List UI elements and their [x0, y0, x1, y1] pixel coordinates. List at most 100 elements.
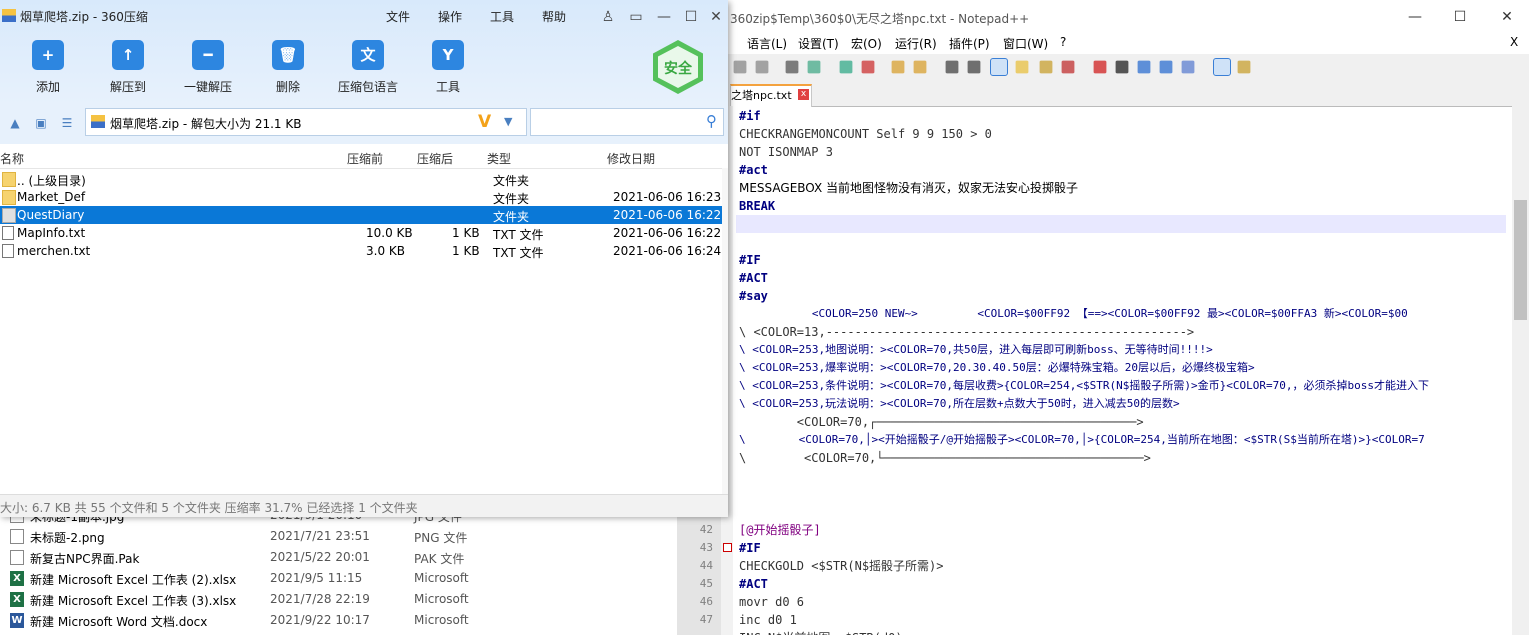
- list-item[interactable]: X 新建 Microsoft Excel 工作表 (2).xlsx 2021/9/5…: [0, 568, 470, 589]
- function-list-icon[interactable]: [1061, 60, 1075, 74]
- maximize-button[interactable]: ☐: [680, 8, 702, 26]
- doc-icon[interactable]: [1237, 60, 1251, 74]
- toolbar-button[interactable]: Y 工具: [408, 40, 488, 100]
- table-row[interactable]: merchen.txt 3.0 KB 1 KB TXT 文件 2021-06-06 16…: [0, 242, 722, 260]
- menu-help[interactable]: 帮助: [542, 8, 566, 25]
- file-type: Microsoft: [414, 592, 469, 606]
- tools-icon: Y: [432, 40, 464, 70]
- excel-file-icon: X: [10, 592, 24, 607]
- editor-scrollbar[interactable]: [1512, 106, 1529, 635]
- row-type: TXT 文件: [493, 228, 544, 242]
- menu-tools[interactable]: 工具: [490, 8, 514, 25]
- toolbar-button[interactable]: ↑ 解压到: [88, 40, 168, 100]
- close-button[interactable]: ✕: [1492, 6, 1522, 28]
- npp-menu-item[interactable]: 宏(O): [851, 35, 882, 52]
- toolbar-button-label: 一键解压: [183, 80, 232, 94]
- play-icon[interactable]: [1137, 60, 1151, 74]
- code-line: CHECKGOLD <$STR(N$摇骰子所需)>: [739, 559, 944, 573]
- npp-menu-item[interactable]: 窗口(W): [1003, 35, 1048, 52]
- close-tab-icon[interactable]: x: [798, 89, 809, 100]
- minimize-button[interactable]: —: [653, 8, 675, 26]
- row-name: merchen.txt: [17, 244, 91, 258]
- notepadpp-title: 360zip$Temp\360$0\无尽之塔npc.txt - Notepad+…: [730, 12, 1030, 26]
- minimize-button[interactable]: —: [1400, 6, 1430, 28]
- row-before: 3.0 KB: [366, 244, 405, 258]
- column-modified[interactable]: 修改日期: [607, 150, 655, 167]
- skin-icon[interactable]: ♙: [597, 8, 619, 26]
- file-list-header: 名称 压缩前 压缩后 类型 修改日期: [0, 148, 728, 169]
- vip-icon[interactable]: V: [478, 112, 491, 132]
- row-type: 文件夹: [493, 210, 530, 224]
- toolbar-button[interactable]: + 添加: [8, 40, 88, 100]
- undo-icon[interactable]: [733, 60, 747, 74]
- search-input[interactable]: ⚲: [530, 108, 724, 136]
- zoom-out-icon[interactable]: [861, 60, 875, 74]
- line-number: 47: [699, 613, 713, 626]
- npp-menu-item[interactable]: 插件(P): [949, 35, 990, 52]
- table-row[interactable]: MapInfo.txt 10.0 KB 1 KB TXT 文件 2021-06-06 1…: [0, 224, 722, 242]
- file-type: Microsoft: [414, 571, 469, 585]
- menu-operation[interactable]: 操作: [438, 8, 462, 25]
- npp-menu-item[interactable]: 运行(R): [895, 35, 937, 52]
- row-name: .. (上级目录): [17, 174, 86, 188]
- column-before[interactable]: 压缩前: [347, 150, 383, 167]
- npp-menu-item[interactable]: 语言(L): [747, 35, 787, 52]
- spellcheck-icon[interactable]: [1213, 58, 1231, 76]
- npp-menu-item[interactable]: ?: [1060, 35, 1066, 49]
- column-type[interactable]: 类型: [487, 150, 511, 167]
- file-name: 未标题-2.png: [30, 531, 105, 545]
- npp-menu-item[interactable]: 设置(T): [798, 35, 839, 52]
- table-row[interactable]: Market_Def 文件夹 2021-06-06 16:23: [0, 188, 722, 206]
- udl-icon[interactable]: [1015, 60, 1029, 74]
- record-icon[interactable]: [1093, 60, 1107, 74]
- toolbar-button[interactable]: 文压缩包语言: [328, 40, 408, 100]
- scrollbar-thumb[interactable]: [1514, 200, 1527, 320]
- toolbar-button[interactable]: ━ 一键解压: [168, 40, 248, 100]
- sync-h-icon[interactable]: [913, 60, 927, 74]
- extract-to-icon: ↑: [112, 40, 144, 70]
- file-list-scrollbar[interactable]: [722, 168, 728, 494]
- tab-file[interactable]: 之塔npc.txt x: [730, 84, 812, 107]
- code-editor[interactable]: #if CHECKRANGEMONCOUNT Self 9 9 150 > 0 NO…: [733, 106, 1512, 635]
- menu-file[interactable]: 文件: [386, 8, 410, 25]
- replace-icon[interactable]: [807, 60, 821, 74]
- redo-icon[interactable]: [755, 60, 769, 74]
- wrap-icon[interactable]: [945, 60, 959, 74]
- message-icon[interactable]: ▭: [625, 8, 647, 26]
- thumbnail-view-icon[interactable]: ▣: [34, 116, 48, 130]
- sync-v-icon[interactable]: [891, 60, 905, 74]
- play-multiple-icon[interactable]: [1159, 60, 1173, 74]
- close-button[interactable]: ✕: [705, 8, 727, 26]
- table-row[interactable]: QuestDiary 文件夹 2021-06-06 16:22: [0, 206, 722, 224]
- path-field[interactable]: 烟草爬塔.zip - 解包大小为 21.1 KB V ▼: [85, 108, 527, 136]
- zoom-in-icon[interactable]: [839, 60, 853, 74]
- list-view-icon[interactable]: ☰: [60, 116, 74, 130]
- list-item[interactable]: 新复古NPC界面.Pak 2021/5/22 20:01 PAK 文件: [0, 547, 470, 568]
- table-row[interactable]: .. (上级目录) 文件夹: [0, 170, 722, 188]
- file-type: PAK 文件: [414, 552, 465, 566]
- up-arrow-icon[interactable]: ▲: [8, 116, 22, 130]
- chevron-down-icon[interactable]: ▼: [504, 115, 512, 128]
- stop-icon[interactable]: [1115, 60, 1129, 74]
- show-all-icon[interactable]: [967, 60, 981, 74]
- indent-guide-icon[interactable]: [990, 58, 1008, 76]
- line-number: 45: [699, 577, 713, 590]
- map-icon[interactable]: [1039, 60, 1053, 74]
- file-date: 2021/7/21 23:51: [270, 529, 370, 543]
- code-line: \ <COLOR=13,----------------------------…: [739, 325, 1195, 339]
- column-after[interactable]: 压缩后: [417, 150, 453, 167]
- maximize-button[interactable]: ☐: [1445, 6, 1475, 28]
- search-icon[interactable]: ⚲: [706, 112, 717, 130]
- save-macro-icon[interactable]: [1181, 60, 1195, 74]
- column-name[interactable]: 名称: [0, 150, 24, 167]
- fold-marker-icon[interactable]: [723, 543, 732, 552]
- close-document-icon[interactable]: X: [1510, 35, 1518, 49]
- code-line: \ <COLOR=253,地图说明：><COLOR=70,共50层，进入每层即可…: [739, 343, 1213, 356]
- list-item[interactable]: 未标题-2.png 2021/7/21 23:51 PNG 文件: [0, 526, 470, 547]
- find-icon[interactable]: [785, 60, 799, 74]
- list-item[interactable]: W 新建 Microsoft Word 文档.docx 2021/9/22 10:1…: [0, 610, 470, 631]
- list-item[interactable]: X 新建 Microsoft Excel 工作表 (3).xlsx 2021/7/2…: [0, 589, 470, 610]
- toolbar-button[interactable]: 🗑 删除: [248, 40, 328, 100]
- code-line: #ACT: [739, 271, 768, 285]
- status-text: 大小: 6.7 KB 共 55 个文件和 5 个文件夹 压缩率 31.7% 已经…: [0, 501, 418, 515]
